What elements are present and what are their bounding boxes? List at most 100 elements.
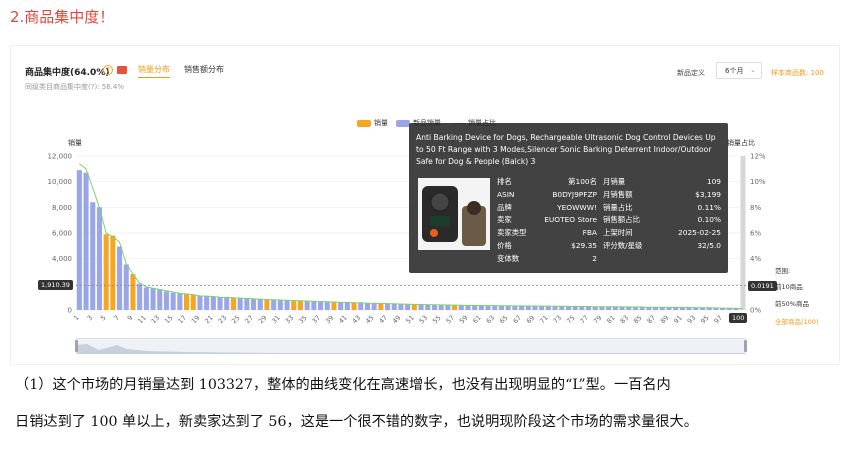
scrollbar-right-handle[interactable] xyxy=(744,340,747,352)
range-title: 范围: xyxy=(775,267,791,275)
bar[interactable] xyxy=(485,305,491,310)
bar[interactable] xyxy=(405,304,411,310)
bar[interactable] xyxy=(110,235,116,310)
bar[interactable] xyxy=(438,304,444,310)
zoom-scrollbar[interactable] xyxy=(76,338,746,354)
bar[interactable] xyxy=(452,305,458,310)
range-top10[interactable]: 前10商品 xyxy=(775,281,803,291)
bar[interactable] xyxy=(130,274,136,310)
bar[interactable] xyxy=(465,305,471,310)
bar[interactable] xyxy=(458,305,464,310)
bar[interactable] xyxy=(364,303,370,310)
bar[interactable] xyxy=(525,306,531,310)
bar[interactable] xyxy=(472,305,478,310)
bar[interactable] xyxy=(318,301,324,310)
bar[interactable] xyxy=(83,172,89,310)
bar[interactable] xyxy=(358,302,364,310)
bar[interactable] xyxy=(532,306,538,310)
bar[interactable] xyxy=(324,301,330,310)
bar[interactable] xyxy=(519,305,525,310)
range-top50[interactable]: 前50%商品 xyxy=(775,298,809,308)
x-tick-label: 87 xyxy=(645,314,657,326)
bar[interactable] xyxy=(552,306,558,310)
bar[interactable] xyxy=(391,303,397,310)
bar[interactable] xyxy=(204,296,210,310)
x-tick-label: 77 xyxy=(578,314,590,326)
bar[interactable] xyxy=(398,304,404,310)
bar[interactable] xyxy=(264,299,270,310)
y-tick-label: 4,000 xyxy=(52,255,72,263)
bar[interactable] xyxy=(385,303,391,310)
bar[interactable] xyxy=(612,306,618,310)
scrollbar-left-handle[interactable] xyxy=(75,340,78,352)
bar[interactable] xyxy=(492,305,498,310)
bar[interactable] xyxy=(297,300,303,310)
bar[interactable] xyxy=(224,297,230,310)
bar[interactable] xyxy=(338,302,344,310)
bar[interactable] xyxy=(431,304,437,310)
bar[interactable] xyxy=(512,305,518,310)
bar[interactable] xyxy=(425,304,431,310)
bar[interactable] xyxy=(559,306,565,310)
bar[interactable] xyxy=(344,302,350,310)
y-tick-label: 0 xyxy=(68,307,72,315)
range-all[interactable]: 全部商品(100) xyxy=(775,316,818,326)
bar[interactable] xyxy=(311,301,317,310)
bar[interactable] xyxy=(291,300,297,310)
bar[interactable] xyxy=(137,283,143,310)
bar[interactable] xyxy=(117,246,123,310)
x-tick-label: 47 xyxy=(377,314,389,326)
bar[interactable] xyxy=(445,304,451,310)
bar[interactable] xyxy=(76,170,82,310)
bar[interactable] xyxy=(271,299,277,310)
bar[interactable] xyxy=(170,292,176,310)
bar[interactable] xyxy=(498,305,504,310)
bar[interactable] xyxy=(210,296,216,310)
bar[interactable] xyxy=(237,298,243,310)
bar[interactable] xyxy=(257,299,263,310)
bar[interactable] xyxy=(505,305,511,310)
x-tick-label: 3 xyxy=(86,314,95,323)
bar[interactable] xyxy=(163,291,169,310)
bar[interactable] xyxy=(197,295,203,310)
bar[interactable] xyxy=(190,294,196,310)
x-tick-label: 95 xyxy=(699,314,711,326)
bar[interactable] xyxy=(96,207,102,310)
bar[interactable] xyxy=(545,306,551,310)
bar[interactable] xyxy=(277,299,283,310)
x-tick-label: 19 xyxy=(190,314,202,326)
bar[interactable] xyxy=(244,298,250,310)
bar[interactable] xyxy=(304,301,310,310)
bar[interactable] xyxy=(351,302,357,310)
bar[interactable] xyxy=(418,304,424,310)
bar[interactable] xyxy=(157,289,163,310)
detail-value: 第100名 xyxy=(568,177,597,186)
bar[interactable] xyxy=(478,305,484,310)
tooltip-row: ASIN B0DYJ9PFZP 月销售额 $3,199 xyxy=(495,189,725,202)
detail-label: 排名 xyxy=(497,177,512,186)
x-tick-label: 79 xyxy=(592,314,604,326)
bar[interactable] xyxy=(284,300,290,310)
bar[interactable] xyxy=(586,306,592,310)
bar[interactable] xyxy=(103,234,109,310)
x-tick-label: 25 xyxy=(230,314,242,326)
detail-value: 2025-02-25 xyxy=(678,228,721,238)
bar[interactable] xyxy=(579,306,585,310)
bar[interactable] xyxy=(378,303,384,310)
bar[interactable] xyxy=(150,288,156,310)
bar[interactable] xyxy=(411,304,417,310)
bar[interactable] xyxy=(565,306,571,310)
bar[interactable] xyxy=(123,264,129,310)
bar[interactable] xyxy=(217,297,223,310)
bar[interactable] xyxy=(371,303,377,310)
bar[interactable] xyxy=(251,298,257,310)
bar[interactable] xyxy=(90,202,96,310)
bar[interactable] xyxy=(184,293,190,310)
bar[interactable] xyxy=(143,287,149,310)
bar[interactable] xyxy=(572,306,578,310)
bar[interactable] xyxy=(177,293,183,310)
bar[interactable] xyxy=(331,302,337,310)
bar[interactable] xyxy=(626,306,632,310)
bar[interactable] xyxy=(230,297,236,310)
bar[interactable] xyxy=(539,306,545,310)
